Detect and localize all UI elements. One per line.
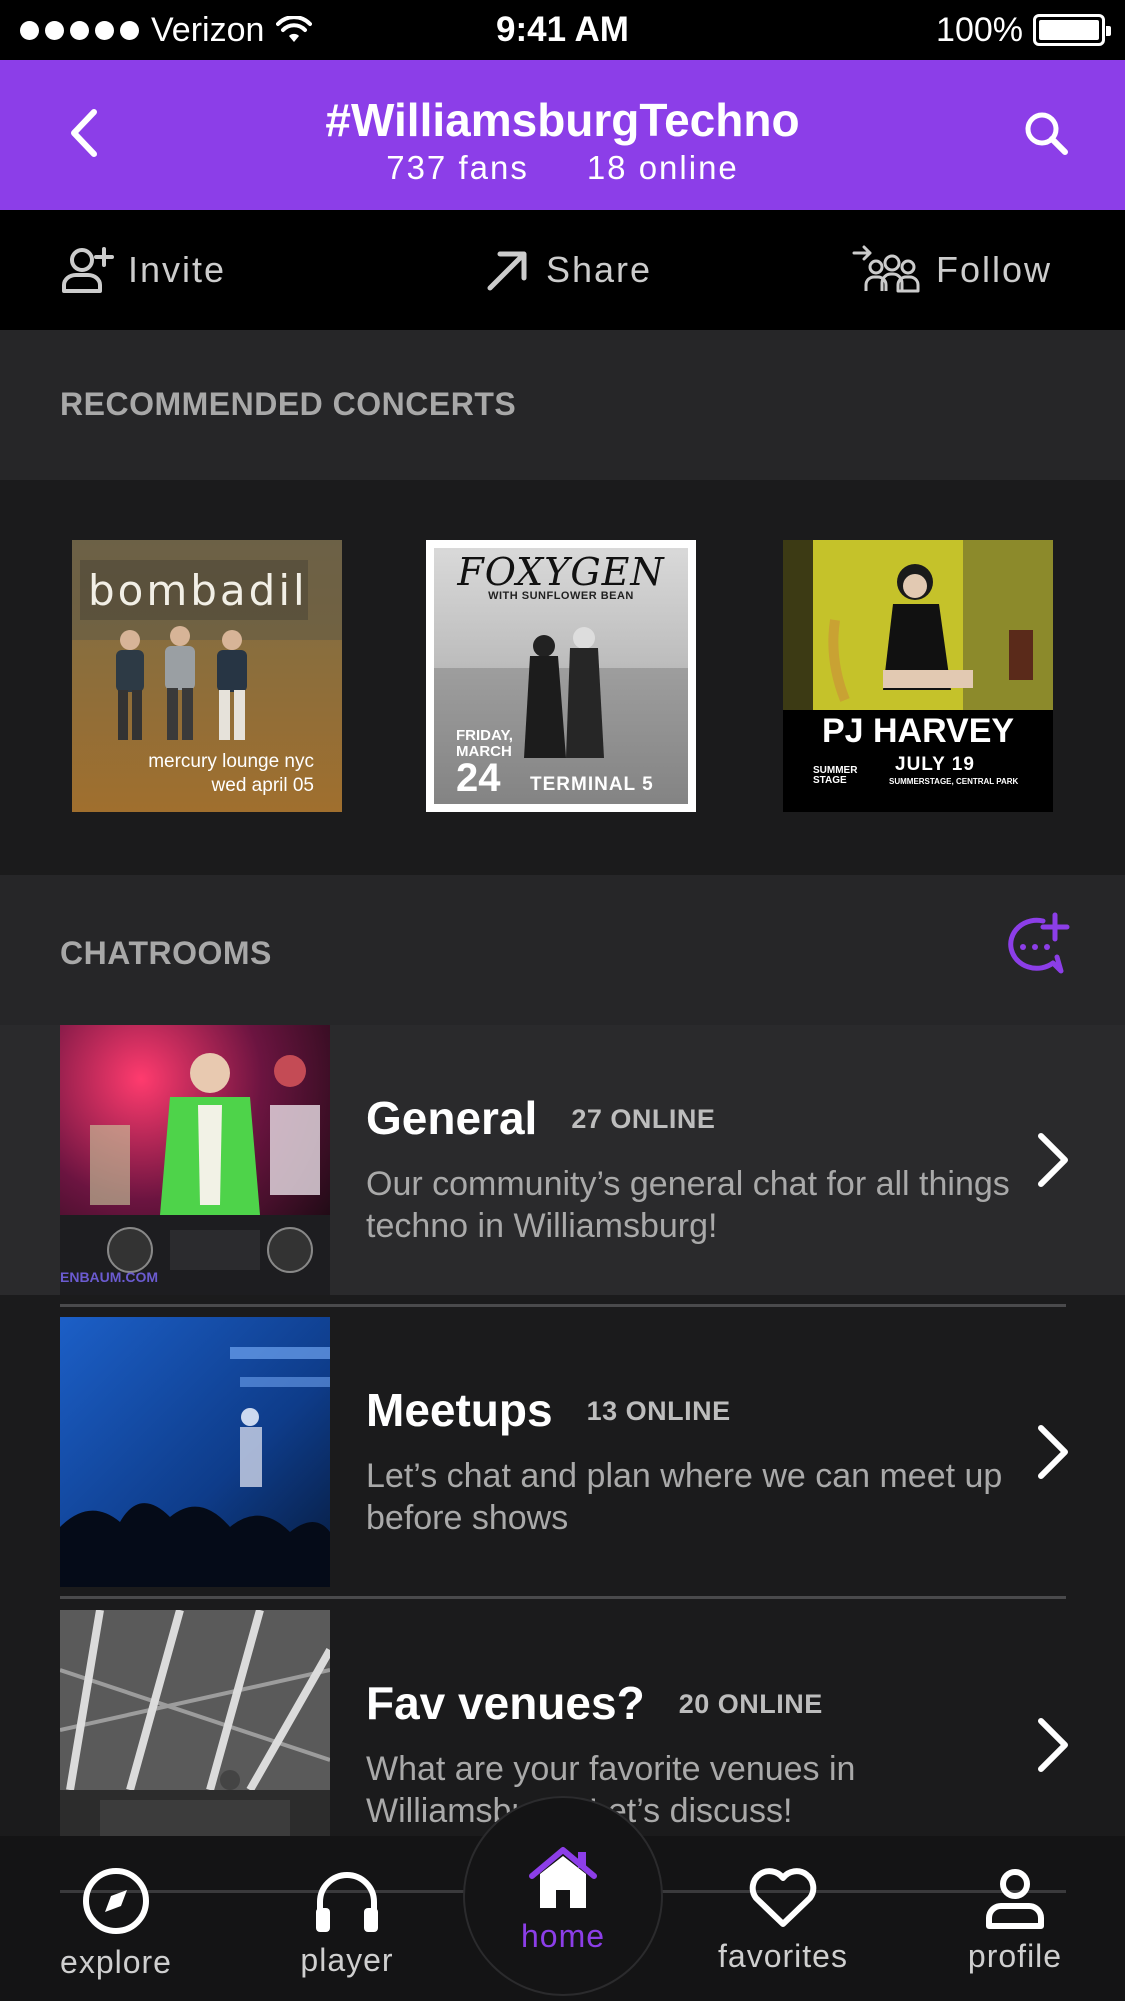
home-icon [529, 1847, 597, 1908]
chatroom-description: What are your favorite venues in William… [366, 1750, 856, 1830]
concert-poster-foxygen[interactable]: FOXYGEN WITH SUNFLOWER BEAN FRIDAY, MARC… [426, 540, 696, 812]
chatroom-name: Meetups [366, 1384, 553, 1436]
tab-label: explore [60, 1944, 172, 1980]
follow-button[interactable]: Follow [852, 242, 1052, 298]
poster-date: JULY 19 [895, 754, 975, 775]
fans-count: 737 fans [386, 149, 529, 186]
concerts-carousel: bombadil mercury lounge nyc wed april 05… [0, 480, 1125, 875]
compass-icon [83, 1868, 149, 1934]
add-chat-icon [1008, 912, 1070, 974]
page-title: #WilliamsburgTechno [325, 94, 800, 146]
user-icon [986, 1869, 1044, 1929]
poster-date-number: 24 [456, 756, 501, 800]
chatroom-title: Meetups 13 ONLINE [366, 1383, 731, 1437]
chatrooms-section-header: CHATROOMS [0, 875, 1125, 1025]
chatroom-divider [60, 1304, 1066, 1307]
poster-venue: TERMINAL 5 [530, 774, 654, 795]
chatroom-thumbnail: ENBAUM.COM [60, 1025, 330, 1295]
follow-label: Follow [936, 249, 1053, 290]
chevron-right-icon [1038, 1718, 1068, 1772]
concert-poster-pj-harvey[interactable]: PJ HARVEY JULY 19 SUMMERSTAGE, CENTRAL P… [783, 540, 1053, 812]
battery-icon [1033, 14, 1111, 46]
new-chatroom-button[interactable] [1003, 911, 1071, 977]
chevron-right-icon [1038, 1425, 1068, 1479]
poster-artist-name: PJ HARVEY [821, 712, 1015, 750]
chatroom-thumbnail [60, 1317, 330, 1587]
chatroom-description: Let’s chat and plan where we can meet up… [366, 1457, 1003, 1537]
concerts-section-header: RECOMMENDED CONCERTS [0, 330, 1125, 480]
search-button[interactable] [1011, 98, 1081, 168]
chatroom-description: Our community’s general chat for all thi… [366, 1165, 1010, 1245]
add-user-icon [62, 247, 114, 293]
online-count: 18 online [586, 149, 739, 186]
tab-profile[interactable]: profile [925, 1866, 1105, 1975]
poster-artist-name: bombadil [88, 566, 308, 615]
chatroom-item-meetups[interactable]: Meetups 13 ONLINE Let’s chat and plan whe… [0, 1317, 1125, 1587]
photo-watermark: ENBAUM.COM [60, 1269, 158, 1285]
tab-favorites[interactable]: favorites [693, 1866, 873, 1975]
chatroom-item-general[interactable]: ENBAUM.COM General 27 ONLINE Our communit… [0, 1025, 1125, 1295]
share-label: Share [546, 249, 653, 290]
battery-status: 100% [936, 8, 1111, 52]
poster-sponsor-logo: SUMMER STAGE [813, 765, 858, 786]
poster-artist-name: FOXYGEN [457, 550, 665, 594]
tab-label: home [520, 1918, 606, 1954]
headphones-icon [316, 1872, 378, 1932]
tab-player[interactable]: player [257, 1866, 437, 1979]
tab-label: favorites [718, 1938, 848, 1974]
heart-icon [749, 1868, 817, 1927]
community-stats: 737 fans 18 online [0, 148, 1125, 188]
chatroom-online-count: 13 ONLINE [586, 1396, 731, 1426]
chatroom-name: General [366, 1092, 538, 1144]
battery-percent: 100% [936, 10, 1023, 49]
concert-poster-bombadil[interactable]: bombadil mercury lounge nyc wed april 05 [72, 540, 342, 812]
chatroom-online-count: 27 ONLINE [571, 1104, 716, 1134]
chatroom-online-count: 20 ONLINE [678, 1689, 823, 1719]
tab-explore[interactable]: explore [26, 1866, 206, 1981]
chatroom-thumbnail [60, 1610, 330, 1837]
tab-label: player [300, 1942, 394, 1978]
chevron-right-icon [1038, 1133, 1068, 1187]
tab-home[interactable]: home [473, 1846, 653, 1955]
poster-venue: mercury lounge nyc [148, 751, 314, 772]
poster-weekday: FRIDAY, [456, 727, 513, 744]
chatrooms-section-title: CHATROOMS [60, 935, 272, 971]
concerts-section-title: RECOMMENDED CONCERTS [60, 386, 517, 422]
poster-date: wed april 05 [211, 775, 314, 796]
community-header: #WilliamsburgTechno 737 fans 18 online [0, 60, 1125, 210]
action-bar: Invite Share Follow [0, 210, 1125, 330]
chatroom-title: General 27 ONLINE [366, 1091, 715, 1145]
poster-venue-date: mercury lounge nyc wed april 05 [148, 750, 314, 798]
invite-label: Invite [128, 249, 227, 290]
chatroom-title: Fav venues? 20 ONLINE [366, 1676, 823, 1730]
follow-group-icon [852, 245, 920, 293]
share-arrow-icon [487, 251, 527, 291]
chatroom-list: ENBAUM.COM General 27 ONLINE Our communit… [0, 1025, 1125, 1837]
poster-support-act: WITH SUNFLOWER BEAN [488, 590, 634, 602]
status-bar: Verizon 9:41 AM 100% [0, 0, 1125, 60]
search-icon [1025, 112, 1068, 155]
chatroom-name: Fav venues? [366, 1677, 645, 1729]
chatroom-divider [60, 1596, 1066, 1599]
tab-label: profile [967, 1938, 1063, 1974]
share-button[interactable]: Share [484, 242, 652, 298]
invite-button[interactable]: Invite [60, 242, 226, 298]
poster-venue: SUMMERSTAGE, CENTRAL PARK [889, 777, 1019, 786]
